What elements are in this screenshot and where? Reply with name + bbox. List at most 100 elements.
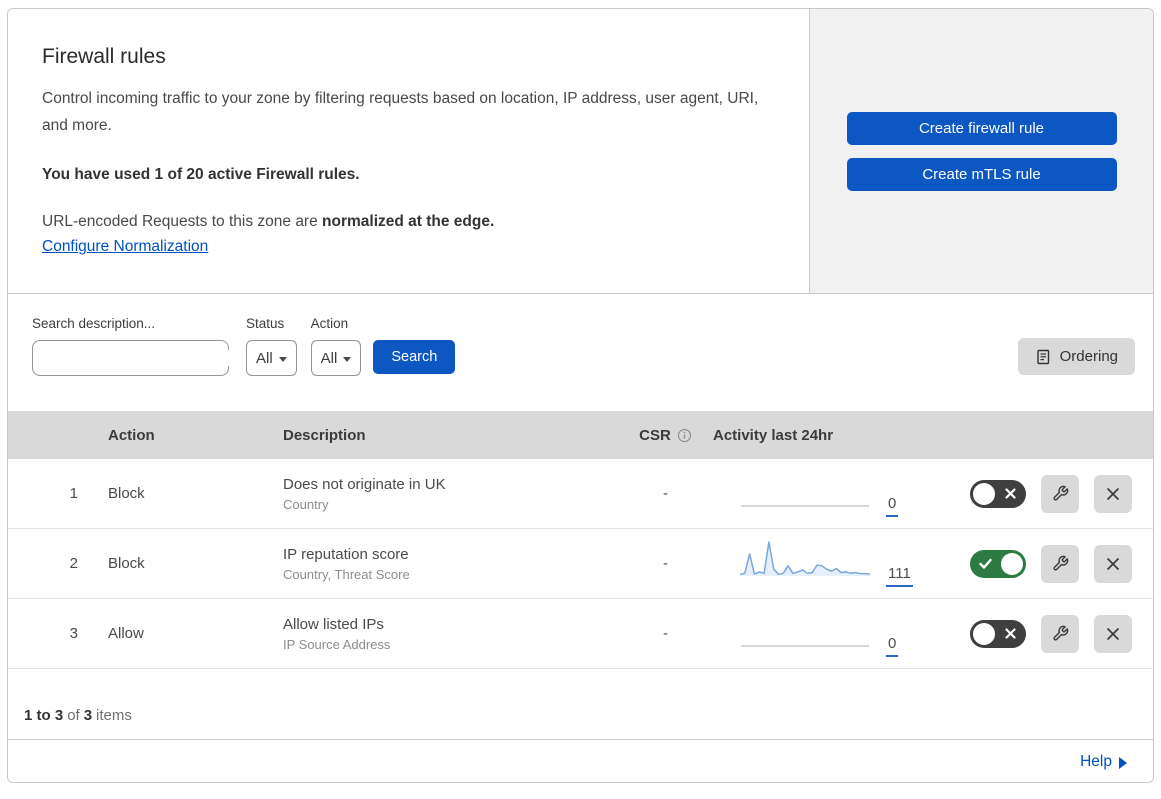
col-action-header: Action — [108, 426, 155, 444]
items-range: 1 to 3 — [24, 707, 64, 724]
configure-normalization-link[interactable]: Configure Normalization — [42, 238, 208, 256]
items-total: 3 — [83, 707, 93, 724]
toggle-knob — [973, 622, 995, 645]
info-icon[interactable] — [677, 428, 692, 443]
rule-action: Block — [108, 485, 145, 502]
col-csr-header: CSR — [639, 427, 692, 444]
create-firewall-rule-button[interactable]: Create firewall rule — [846, 112, 1117, 145]
page-title: Firewall rules — [42, 45, 166, 68]
usage-notice: You have used 1 of 20 active Firewall ru… — [42, 166, 360, 184]
activity-count-link[interactable]: 0 — [886, 496, 899, 517]
ordering-label: Ordering — [1059, 348, 1118, 365]
rule-controls — [948, 614, 1153, 653]
status-group: Status All — [246, 316, 297, 376]
col-activity-header: Activity last 24hr — [713, 426, 834, 444]
action-dropdown[interactable]: All — [310, 340, 362, 376]
rule-description-cell: Allow listed IPs IP Source Address — [283, 616, 618, 652]
search-button[interactable]: Search — [373, 340, 456, 374]
filter-bar: Search description... Status All Action … — [8, 294, 1153, 411]
header-text-panel: Firewall rules Control incoming traffic … — [8, 9, 810, 293]
header-actions-panel: Create firewall rule Create mTLS rule — [810, 9, 1153, 293]
rule-enable-toggle[interactable] — [970, 479, 1026, 508]
wrench-icon — [1052, 625, 1068, 641]
status-label: Status — [246, 316, 285, 331]
delete-rule-button[interactable] — [1094, 544, 1132, 583]
chevron-down-icon — [343, 356, 352, 362]
firewall-rules-card: Firewall rules Control incoming traffic … — [7, 8, 1154, 783]
rule-csr-value: - — [663, 555, 668, 572]
rule-description: Does not originate in UK — [283, 475, 446, 493]
rule-enable-toggle[interactable] — [970, 549, 1026, 578]
close-icon — [1106, 487, 1120, 500]
status-dropdown[interactable]: All — [246, 340, 297, 376]
check-icon — [979, 558, 992, 569]
rule-action: Block — [108, 555, 145, 572]
rule-controls — [948, 544, 1153, 583]
edit-rule-button[interactable] — [1041, 474, 1079, 513]
csr-header-label: CSR — [639, 426, 671, 444]
search-label: Search description... — [32, 316, 156, 331]
activity-sparkline — [740, 608, 870, 657]
page-description: Control incoming traffic to your zone by… — [42, 90, 759, 135]
action-label: Action — [310, 316, 349, 331]
activity-sparkline — [740, 468, 870, 517]
rule-description-cell: IP reputation score Country, Threat Scor… — [283, 546, 618, 582]
rule-controls — [948, 474, 1153, 513]
rule-description: IP reputation score — [283, 545, 409, 563]
rule-csr-value: - — [663, 485, 668, 502]
edit-rule-button[interactable] — [1041, 614, 1079, 653]
table-row: 1 Block Does not originate in UK Country… — [8, 459, 1153, 529]
rule-priority: 2 — [69, 555, 78, 572]
search-input[interactable] — [49, 350, 230, 366]
ordered-list-icon — [1036, 349, 1049, 364]
delete-rule-button[interactable] — [1094, 614, 1132, 653]
wrench-icon — [1052, 485, 1068, 501]
toggle-knob — [1001, 552, 1023, 575]
rule-activity-cell: 0 — [713, 459, 948, 528]
chevron-down-icon — [278, 356, 287, 362]
header-section: Firewall rules Control incoming traffic … — [8, 9, 1153, 294]
wrench-icon — [1052, 555, 1068, 571]
rule-criteria: Country — [283, 496, 329, 512]
action-value: All — [320, 349, 338, 367]
action-group: Action All — [310, 316, 362, 376]
x-icon — [1005, 627, 1016, 639]
close-icon — [1106, 627, 1120, 640]
col-description-header: Description — [283, 426, 366, 444]
rule-criteria: IP Source Address — [283, 636, 391, 652]
search-group: Search description... — [32, 316, 230, 376]
rule-csr-value: - — [663, 625, 668, 642]
edit-rule-button[interactable] — [1041, 544, 1079, 583]
pagination-summary: 1 to 3 of 3 items — [8, 669, 1153, 739]
close-icon — [1106, 557, 1120, 570]
status-value: All — [256, 349, 273, 367]
ordering-button[interactable]: Ordering — [1017, 338, 1135, 375]
normalization-text-normal: URL-encoded Requests to this zone are — [42, 213, 323, 231]
activity-count-link[interactable]: 0 — [886, 636, 899, 657]
chevron-right-icon — [1119, 756, 1127, 769]
delete-rule-button[interactable] — [1094, 474, 1132, 513]
items-of: of — [67, 707, 80, 724]
rule-enable-toggle[interactable] — [970, 619, 1026, 648]
activity-count-link[interactable]: 111 — [886, 566, 913, 587]
create-mtls-rule-button[interactable]: Create mTLS rule — [846, 158, 1117, 191]
rule-description: Allow listed IPs — [283, 615, 384, 633]
table-row: 2 Block IP reputation score Country, Thr… — [8, 529, 1153, 599]
normalization-text: URL-encoded Requests to this zone are no… — [42, 213, 769, 231]
rule-priority: 1 — [69, 485, 78, 502]
normalization-text-bold: normalized at the edge. — [322, 213, 495, 231]
table-row: 3 Allow Allow listed IPs IP Source Addre… — [8, 599, 1153, 669]
help-bar: Help — [8, 739, 1153, 782]
rule-activity-cell: 111 — [713, 529, 948, 598]
rule-priority: 3 — [69, 625, 78, 642]
rule-criteria: Country, Threat Score — [283, 566, 410, 582]
rule-action: Allow — [108, 625, 144, 642]
x-icon — [1005, 487, 1016, 499]
search-input-container — [32, 340, 230, 376]
table-header: Action Description CSR Activity last 24h… — [8, 411, 1153, 459]
activity-sparkline — [739, 538, 871, 587]
rule-activity-cell: 0 — [713, 599, 948, 668]
items-label: items — [96, 707, 132, 724]
rule-description-cell: Does not originate in UK Country — [283, 476, 618, 512]
help-link[interactable]: Help — [1080, 753, 1112, 771]
